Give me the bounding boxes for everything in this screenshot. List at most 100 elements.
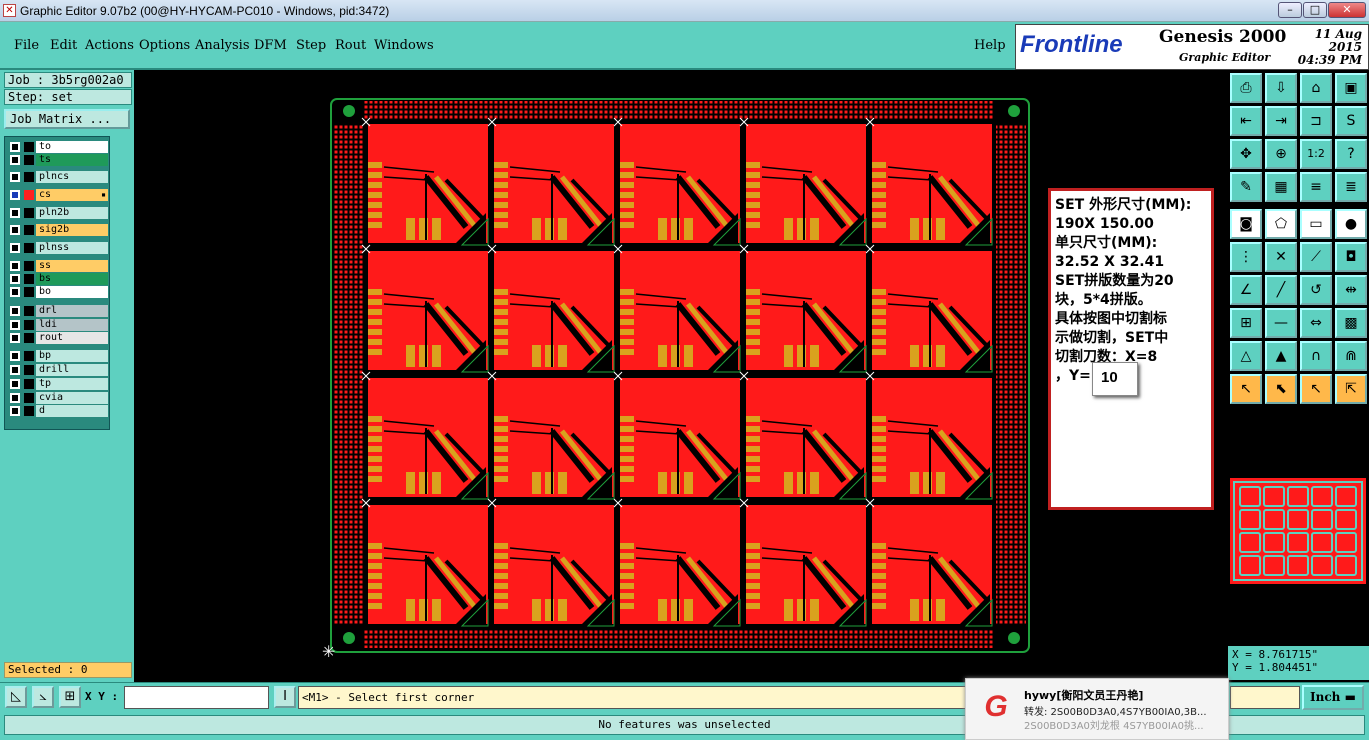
layer-checkbox[interactable] <box>10 351 20 361</box>
arch-icon[interactable]: ∩ <box>1300 341 1332 371</box>
layer-checkbox[interactable] <box>10 287 20 297</box>
layer-row-bs[interactable]: bs <box>7 273 109 285</box>
pointer-icon[interactable]: ↖ <box>1230 374 1262 404</box>
layer-checkbox[interactable] <box>10 306 20 316</box>
unit-select[interactable]: Inch ▬ <box>1302 685 1364 710</box>
layer-row-plncs[interactable]: plncs <box>7 171 109 183</box>
layer-row-d[interactable]: d <box>7 405 109 417</box>
layer-checkbox[interactable] <box>10 379 20 389</box>
layer-row-drill[interactable]: drill <box>7 364 109 376</box>
help-icon[interactable]: ? <box>1335 139 1367 169</box>
triangle-alt-icon[interactable]: ▲ <box>1265 341 1297 371</box>
layer-row-bo[interactable]: bo <box>7 286 109 298</box>
arc-icon[interactable]: ↺ <box>1300 275 1332 305</box>
sketch-icon[interactable]: ✎ <box>1230 172 1262 202</box>
measure-icon[interactable]: ⇔ <box>1300 308 1332 338</box>
layer-row-ts[interactable]: ts <box>7 154 109 166</box>
minus-icon[interactable]: — <box>1265 308 1297 338</box>
arch-alt-icon[interactable]: ⋒ <box>1335 341 1367 371</box>
layer-row-pln2b[interactable]: pln2b <box>7 207 109 219</box>
layer-row-rout[interactable]: rout <box>7 332 109 344</box>
layer-checkbox[interactable] <box>10 320 20 330</box>
layer-row-to[interactable]: to <box>7 141 109 153</box>
menu-options[interactable]: Options <box>139 38 190 53</box>
mirror-icon[interactable]: ⇹ <box>1335 275 1367 305</box>
panel-minimap[interactable] <box>1230 478 1366 584</box>
maximize-button[interactable]: □ <box>1303 2 1327 18</box>
xy-input[interactable] <box>124 686 269 709</box>
layer-row-drl[interactable]: drl <box>7 305 109 317</box>
layer-checkbox[interactable] <box>10 274 20 284</box>
select-tool-icon[interactable]: ◺ <box>5 686 27 708</box>
menu-step[interactable]: Step <box>296 38 326 53</box>
triangle-icon[interactable]: △ <box>1230 341 1262 371</box>
move-icon[interactable]: ⊞ <box>1230 308 1262 338</box>
fill-icon[interactable]: ◙ <box>1230 209 1262 239</box>
layer-row-ss[interactable]: ss <box>7 260 109 272</box>
dot-icon[interactable]: ● <box>1335 209 1367 239</box>
minimize-button[interactable]: – <box>1278 2 1302 18</box>
layer-row-tp[interactable]: tp <box>7 378 109 390</box>
layer-checkbox[interactable] <box>10 243 20 253</box>
layer-checkbox[interactable] <box>10 393 20 403</box>
zoom-in-icon[interactable]: ⊕ <box>1265 139 1297 169</box>
notification-sender: hywy[衡阳文员王丹艳] <box>1024 689 1144 702</box>
snap-icon[interactable]: S <box>1335 106 1367 136</box>
layer-row-bp[interactable]: bp <box>7 350 109 362</box>
cross-icon[interactable]: ✕ <box>1265 242 1297 272</box>
menu-help[interactable]: Help <box>974 38 1006 53</box>
menu-dfm[interactable]: DFM <box>254 38 287 53</box>
layer-row-sig2b[interactable]: sig2b <box>7 224 109 236</box>
shape-icon[interactable]: ⬠ <box>1265 209 1297 239</box>
scale-1-2-icon[interactable]: 1:2 <box>1300 139 1332 169</box>
layer-row-cs[interactable]: cs ▪ <box>7 189 109 201</box>
layer-checkbox[interactable] <box>10 365 20 375</box>
save-icon[interactable]: ⎙ <box>1230 73 1262 103</box>
layer-checkbox[interactable] <box>10 225 20 235</box>
text-cursor-icon[interactable]: I <box>274 686 296 708</box>
download-icon[interactable]: ⇩ <box>1265 73 1297 103</box>
fit-icon[interactable]: ⌂ <box>1300 73 1332 103</box>
close-button[interactable]: ✕ <box>1328 2 1366 18</box>
layer-checkbox[interactable] <box>10 333 20 343</box>
connect-icon[interactable]: ⋮ <box>1230 242 1262 272</box>
menu-edit[interactable]: Edit <box>50 38 77 53</box>
pad-icon[interactable]: ◘ <box>1335 242 1367 272</box>
chat-notification[interactable]: G hywy[衡阳文员王丹艳] 转发: 2S00B0D3A0,4S7YB00IA… <box>965 678 1229 740</box>
menu-actions[interactable]: Actions <box>85 38 134 53</box>
pointer-alt-icon[interactable]: ↖ <box>1300 374 1332 404</box>
layer-checkbox[interactable] <box>10 261 20 271</box>
menu-rout[interactable]: Rout <box>335 38 366 53</box>
layer-checkbox[interactable] <box>10 190 20 200</box>
layer-row-cvia[interactable]: cvia <box>7 392 109 404</box>
layer-row-ldi[interactable]: ldi <box>7 319 109 331</box>
line-icon[interactable]: ╱ <box>1265 275 1297 305</box>
pan-left-icon[interactable]: ⇤ <box>1230 106 1262 136</box>
menu-windows[interactable]: Windows <box>374 38 434 53</box>
pointer-box-icon[interactable]: ⬉ <box>1265 374 1297 404</box>
ruler-icon[interactable]: ▭ <box>1300 209 1332 239</box>
layer-checkbox[interactable] <box>10 142 20 152</box>
layers-icon[interactable]: ≡ <box>1300 172 1332 202</box>
grid-icon[interactable]: ▦ <box>1265 172 1297 202</box>
zoom-fit-icon[interactable]: ✥ <box>1230 139 1262 169</box>
select-box-icon[interactable]: ▩ <box>1335 308 1367 338</box>
layers-alt-icon[interactable]: ≣ <box>1335 172 1367 202</box>
measure-tool-icon[interactable]: ⦣ <box>32 686 54 708</box>
edge-pad <box>872 162 886 168</box>
menu-file[interactable]: File <box>14 38 39 53</box>
angle-icon[interactable]: ∠ <box>1230 275 1262 305</box>
layer-checkbox[interactable] <box>10 172 20 182</box>
job-matrix-button[interactable]: Job Matrix ... <box>4 109 130 129</box>
snap-point-icon[interactable]: ⟋ <box>1300 242 1332 272</box>
layer-checkbox[interactable] <box>10 155 20 165</box>
layer-checkbox[interactable] <box>10 406 20 416</box>
pan-right-icon[interactable]: ⇥ <box>1265 106 1297 136</box>
menu-analysis[interactable]: Analysis <box>195 38 250 53</box>
layer-row-plnss[interactable]: plnss <box>7 242 109 254</box>
pointer-multi-icon[interactable]: ⇱ <box>1335 374 1367 404</box>
layer-checkbox[interactable] <box>10 208 20 218</box>
window-icon[interactable]: ▣ <box>1335 73 1367 103</box>
zoom-home-icon[interactable]: ⊐ <box>1300 106 1332 136</box>
grid-snap-icon[interactable]: ⊞ <box>59 686 81 708</box>
